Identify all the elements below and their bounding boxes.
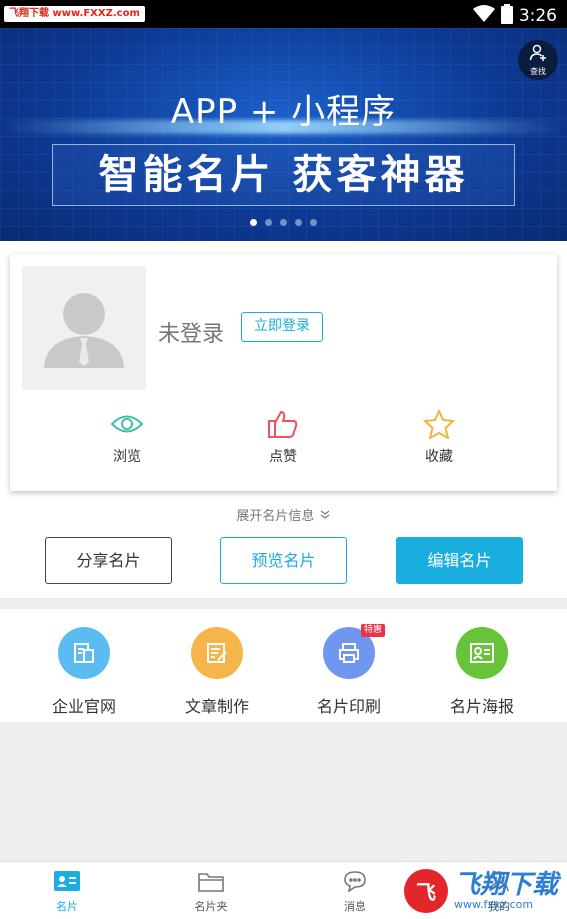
nav-item-card[interactable]: 名片 <box>27 868 107 914</box>
expand-card-info[interactable]: 展开名片信息 <box>0 505 567 524</box>
watermark-logo: 飞 飞翔下载 www.fxxz.com <box>404 862 567 919</box>
carousel-dot[interactable] <box>250 219 257 226</box>
default-avatar-icon <box>44 293 124 368</box>
status-bar: 飞翔下载 www.FXXZ.com 3:26 <box>0 0 567 28</box>
banner-subtitle: APP + 小程序 <box>170 92 397 132</box>
preview-card-button[interactable]: 预览名片 <box>220 537 347 584</box>
carousel-dot[interactable] <box>295 219 302 226</box>
nav-label: 名片夹 <box>194 900 228 913</box>
avatar[interactable] <box>22 266 146 390</box>
profile-name: 未登录 <box>158 322 225 347</box>
nav-item-messages[interactable]: 消息 <box>315 868 395 914</box>
edit-card-button[interactable]: 编辑名片 <box>396 537 523 584</box>
carousel-dot[interactable] <box>265 219 272 226</box>
stat-likes[interactable]: 点赞 <box>238 406 328 466</box>
carousel-indicator <box>0 219 567 226</box>
promo-badge: 特惠 <box>360 624 385 637</box>
print-icon: 特惠 <box>323 624 385 679</box>
thumbs-up-icon <box>238 406 328 442</box>
stat-label: 收藏 <box>425 449 453 465</box>
carousel-dot[interactable] <box>280 219 287 226</box>
carousel-dot[interactable] <box>310 219 317 226</box>
feature-website[interactable]: 企业官网 <box>29 627 139 717</box>
feature-label: 文章制作 <box>184 697 249 716</box>
nav-item-card-holder[interactable]: 名片夹 <box>171 868 251 914</box>
stat-favorites[interactable]: 收藏 <box>394 406 484 466</box>
message-icon <box>315 868 395 894</box>
feature-article[interactable]: 文章制作 <box>162 627 272 717</box>
article-icon <box>191 627 243 679</box>
watermark-mark: 飞 <box>404 868 448 913</box>
folder-icon <box>171 868 251 894</box>
nav-label: 消息 <box>344 900 366 913</box>
watermark-title: 飞翔下载 <box>454 869 559 900</box>
chevron-down-icon <box>314 509 330 524</box>
battery-icon <box>500 4 513 28</box>
share-card-button[interactable]: 分享名片 <box>45 537 172 584</box>
banner-grid-decoration <box>0 28 567 241</box>
expand-label: 展开名片信息 <box>236 509 315 524</box>
business-card: 未登录 立即登录 浏览 点赞 收藏 <box>10 254 557 491</box>
website-icon <box>58 627 110 679</box>
wifi-icon <box>472 5 495 27</box>
find-label: 查找 <box>530 67 546 76</box>
feature-poster[interactable]: 名片海报 <box>427 627 537 717</box>
login-button[interactable]: 立即登录 <box>241 312 323 342</box>
promo-banner[interactable]: APP + 小程序 智能名片 获客神器 查找 <box>0 28 567 241</box>
feature-label: 企业官网 <box>51 697 116 716</box>
feature-label: 名片印刷 <box>316 697 381 716</box>
feature-label: 名片海报 <box>449 697 514 716</box>
nav-label: 名片 <box>56 900 78 913</box>
feature-print[interactable]: 特惠 名片印刷 <box>294 624 404 717</box>
stat-views[interactable]: 浏览 <box>82 406 172 466</box>
watermark-url: www.fxxz.com <box>454 897 534 911</box>
status-time: 3:26 <box>518 6 557 26</box>
add-user-icon <box>529 44 547 66</box>
feature-grid: 企业官网 文章制作 特惠 名片印刷 名片海报 <box>0 609 567 722</box>
stat-label: 点赞 <box>269 449 297 465</box>
card-icon <box>27 868 107 894</box>
poster-icon <box>456 627 508 679</box>
banner-title: 智能名片 获客神器 <box>98 152 469 198</box>
eye-icon <box>82 406 172 442</box>
star-icon <box>394 406 484 442</box>
find-button[interactable]: 查找 <box>518 40 558 80</box>
stat-label: 浏览 <box>113 449 141 465</box>
watermark-text: 飞翔下载 www.FXXZ.com <box>4 6 145 22</box>
